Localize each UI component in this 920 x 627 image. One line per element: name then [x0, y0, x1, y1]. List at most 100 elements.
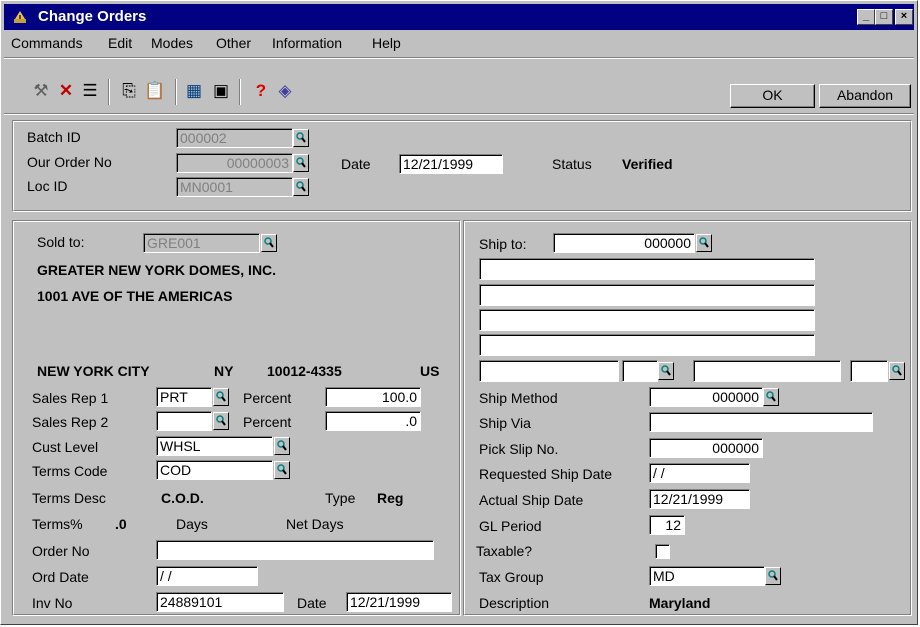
delete-icon[interactable]: ✕ — [54, 80, 78, 102]
close-button[interactable]: × — [895, 9, 913, 25]
maximize-button[interactable]: □ — [875, 9, 893, 25]
requested-ship-date-field[interactable]: / / — [649, 463, 750, 483]
type-label: Type — [325, 490, 356, 506]
date-label: Date — [341, 156, 371, 172]
pick-slip-field[interactable]: 000000 — [649, 438, 763, 458]
taxable-label: Taxable? — [476, 543, 533, 559]
gl-period-label: GL Period — [479, 518, 542, 534]
menu-modes[interactable]: Modes — [151, 35, 193, 51]
menu-information[interactable]: Information — [272, 35, 342, 51]
requested-ship-date-label: Requested Ship Date — [479, 466, 613, 482]
menu-edit[interactable]: Edit — [108, 35, 132, 51]
sold-to-field[interactable]: GRE001 — [143, 233, 260, 253]
customer-country: US — [420, 363, 440, 379]
lookup-icon[interactable] — [889, 362, 905, 380]
ship-method-field[interactable]: 000000 — [649, 387, 763, 407]
cust-level-field[interactable]: WHSL — [156, 436, 273, 456]
order-no-field[interactable]: 00000003 — [176, 153, 293, 173]
net-days-label: Net Days — [286, 516, 344, 532]
app-icon — [14, 11, 26, 23]
calculator-icon[interactable]: ▦ — [182, 80, 206, 102]
ship-via-label: Ship Via — [479, 415, 531, 431]
lookup-icon[interactable] — [293, 129, 309, 147]
percent-label: Percent — [243, 390, 292, 406]
ord-date-label: Ord Date — [32, 569, 89, 585]
ship-city-field[interactable] — [479, 360, 619, 382]
inv-date-label: Date — [297, 595, 327, 611]
lookup-icon[interactable] — [261, 234, 277, 252]
menu-commands[interactable]: Commands — [11, 35, 83, 51]
terms-desc-label: Terms Desc — [32, 490, 106, 506]
help-icon[interactable]: ? — [249, 80, 273, 102]
menu-other[interactable]: Other — [216, 35, 251, 51]
toolbar-separator — [108, 79, 110, 105]
percent-label: Percent — [243, 414, 292, 430]
ship-address-line-4[interactable] — [479, 334, 815, 356]
sales-rep-2-field[interactable] — [156, 411, 212, 431]
minimize-button[interactable]: _ — [857, 9, 875, 25]
tools-icon[interactable]: ⚒ — [29, 80, 53, 102]
lookup-icon[interactable] — [274, 461, 290, 479]
paste-icon[interactable]: 📋 — [143, 80, 167, 102]
copy-icon[interactable]: ⎘ — [117, 80, 141, 102]
ship-to-field[interactable]: 000000 — [553, 233, 695, 253]
ship-address-line-1[interactable] — [479, 258, 815, 280]
terms-desc-value: C.O.D. — [161, 490, 204, 506]
customer-order-no-field[interactable] — [156, 540, 434, 560]
order-no-label: Order No — [32, 543, 90, 559]
sales-rep-1-field[interactable]: PRT — [156, 387, 212, 407]
description-label: Description — [479, 595, 550, 611]
lookup-icon[interactable] — [658, 362, 674, 380]
customer-name: GREATER NEW YORK DOMES, INC. — [37, 262, 277, 278]
inv-no-field[interactable]: 24889101 — [156, 592, 284, 612]
ship-method-label: Ship Method — [479, 390, 558, 406]
ship-address-line-2[interactable] — [479, 284, 815, 306]
ship-via-field[interactable] — [649, 412, 873, 432]
tax-group-field[interactable]: MD — [649, 566, 765, 586]
ship-state-field[interactable] — [622, 360, 658, 382]
menu-bar: Commands Edit Modes Other Information He… — [4, 31, 914, 55]
notes-icon[interactable]: ◈ — [273, 80, 297, 102]
calendar-icon[interactable]: ▣ — [209, 80, 233, 102]
terms-pct-value: .0 — [115, 516, 127, 532]
ship-zip-field[interactable] — [693, 360, 841, 382]
lookup-icon[interactable] — [274, 437, 290, 455]
lookup-icon[interactable] — [765, 567, 781, 585]
sales-rep-2-percent-field[interactable]: .0 — [325, 411, 421, 431]
lookup-icon[interactable] — [293, 178, 309, 196]
gl-period-field[interactable]: 12 — [649, 515, 685, 535]
ord-date-field[interactable]: / / — [156, 566, 258, 586]
lookup-icon[interactable] — [213, 412, 229, 430]
batch-id-label: Batch ID — [27, 129, 81, 145]
actual-ship-date-field[interactable]: 12/21/1999 — [649, 489, 750, 509]
ok-button[interactable]: OK — [730, 84, 815, 108]
batch-id-field[interactable]: 000002 — [176, 128, 293, 148]
lookup-icon[interactable] — [293, 154, 309, 172]
sold-to-label: Sold to: — [37, 234, 85, 250]
inv-date-field[interactable]: 12/21/1999 — [346, 592, 452, 612]
list-icon[interactable]: ☰ — [78, 80, 102, 102]
menu-help[interactable]: Help — [372, 35, 401, 51]
inv-no-label: Inv No — [32, 595, 73, 611]
days-label: Days — [176, 516, 208, 532]
menu-divider — [4, 57, 914, 59]
customer-zip: 10012-4335 — [267, 363, 342, 379]
terms-code-label: Terms Code — [32, 463, 108, 479]
sales-rep-1-percent-field[interactable]: 100.0 — [325, 387, 421, 407]
sales-rep-2-label: Sales Rep 2 — [32, 414, 109, 430]
sales-rep-1-label: Sales Rep 1 — [32, 390, 109, 406]
loc-id-field[interactable]: MN0001 — [176, 177, 293, 197]
ship-country-field[interactable] — [850, 360, 888, 382]
abandon-button[interactable]: Abandon — [819, 84, 911, 108]
lookup-icon[interactable] — [213, 388, 229, 406]
ship-address-line-3[interactable] — [479, 309, 815, 331]
order-no-label: Our Order No — [27, 154, 112, 170]
order-date-field[interactable]: 12/21/1999 — [399, 154, 503, 174]
terms-code-field[interactable]: COD — [156, 460, 273, 480]
lookup-icon[interactable] — [763, 388, 779, 406]
taxable-checkbox[interactable] — [655, 544, 670, 559]
lookup-icon[interactable] — [696, 234, 712, 252]
loc-id-label: Loc ID — [27, 178, 68, 194]
toolbar-divider — [4, 113, 914, 115]
type-value: Reg — [377, 490, 404, 506]
